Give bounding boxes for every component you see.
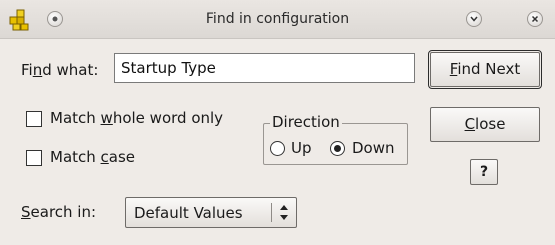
select-separator	[271, 203, 272, 222]
chevron-down-icon	[470, 16, 478, 22]
title-bar[interactable]: Find in configuration	[0, 0, 555, 39]
direction-title: Direction	[270, 113, 342, 131]
match-case-checkbox[interactable]	[26, 150, 42, 166]
whole-word-checkbox[interactable]	[26, 111, 42, 127]
direction-down-radio[interactable]	[330, 141, 345, 156]
close-button[interactable]: Close	[430, 107, 540, 142]
search-in-value: Default Values	[134, 204, 243, 222]
radio-selected-dot	[334, 145, 341, 152]
find-next-button[interactable]: Find Next	[428, 50, 542, 89]
whole-word-label[interactable]: Match whole word only	[50, 109, 223, 127]
close-icon	[531, 15, 539, 23]
direction-down-label[interactable]: Down	[352, 139, 395, 157]
help-button[interactable]: ?	[470, 159, 498, 185]
direction-up-radio[interactable]	[270, 141, 285, 156]
close-window-button[interactable]	[527, 11, 543, 27]
match-case-label[interactable]: Match case	[50, 148, 135, 166]
direction-up-label[interactable]: Up	[291, 139, 312, 157]
find-what-label: Find what:	[21, 61, 99, 79]
search-in-label: Search in:	[21, 203, 97, 221]
search-in-select[interactable]: Default Values	[125, 197, 297, 228]
minimize-button[interactable]	[466, 11, 482, 27]
find-what-input[interactable]: Startup Type	[114, 53, 415, 83]
up-down-arrows-icon	[280, 205, 288, 220]
